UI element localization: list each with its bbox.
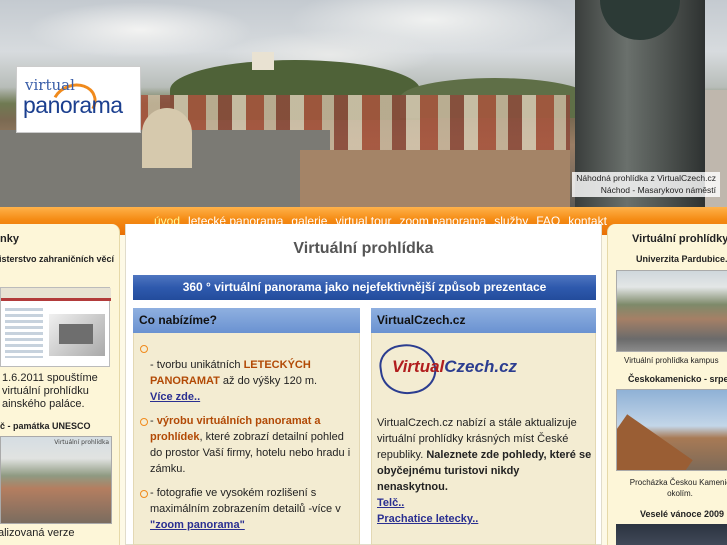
left-item1-title[interactable]: isterstvo zahraničních věcí [0,254,114,264]
town-square-right [300,150,570,207]
right-item1-title[interactable]: Univerzita Pardubice. [636,254,727,264]
thumb-building-model [49,314,105,356]
main-content: Virtuální prohlídka 360 ° virtuální pano… [125,224,602,545]
right-sidebar: Virtuální prohlídky Univerzita Pardubice… [607,224,727,545]
left-sidebar: nky isterstvo zahraničních věcí 1.6.2011… [0,224,120,545]
right-item2-thumbnail[interactable] [616,389,727,471]
right-item3-title[interactable]: Veselé vánoce 2009 [640,509,724,519]
thumb-header [1,288,111,298]
left-item3-text: alizovaná verze [0,527,74,540]
offer-box: - tvorbu unikátních LETECKÝCH PANORAMAT … [133,333,360,545]
page-title: Virtuální prohlídka [293,240,434,257]
offer-item-photos: - fotografie ve vysokém rozlišení s maxi… [150,485,356,533]
right-item2-title[interactable]: Českokamenicko - srpen 2 [628,374,727,384]
offer-text: - [150,415,157,427]
site-logo[interactable]: virtual panorama [16,66,141,133]
offer-item-tours: - výrobu virtuálních panoramat a prohlíd… [150,413,356,477]
virtualczech-description: VirtualCzech.cz nabízí a stále aktualizu… [377,415,592,527]
random-tour-line1: Náhodná prohlídka z VirtualCzech.cz [576,173,716,183]
prachatice-link[interactable]: Prachatice letecky.. [377,511,592,527]
virtualczech-logo[interactable]: VirtualCzech.cz [376,338,517,400]
logo-line2: panorama [23,92,123,118]
right-item2-caption: Procházka Českou Kamenic okolím. [629,478,727,498]
offer-text: až do výšky 120 m. [219,375,318,387]
telc-link[interactable]: Telč.. [377,495,592,511]
virtualczech-logo-text: VirtualCzech.cz [392,357,517,377]
headline-banner: 360 ° virtuální panorama jako nejefektiv… [133,275,596,300]
left-item2-thumbnail[interactable]: Virtuální prohlídka [0,436,112,524]
virtualczech-box: VirtualCzech.cz VirtualCzech.cz nabízí a… [371,333,596,545]
logo-text-blue: Czech.cz [444,357,518,376]
offer-item-aerial: - tvorbu unikátních LETECKÝCH PANORAMAT … [150,357,356,405]
news-line: ainského paláce. [2,398,85,410]
thumb-accent-bar [1,298,111,301]
left-item3-line: alizovaná verze [0,527,75,539]
left-item1-thumbnail[interactable] [0,287,111,367]
left-item2-title[interactable]: č - památka UNESCO [0,421,91,431]
news-line: virtuální prohlídku [2,385,89,397]
right-item3-thumbnail[interactable] [616,524,727,545]
logo-text-red: Virtual [392,357,445,376]
right-sidebar-title: Virtuální prohlídky [632,233,727,245]
header-panorama-image: virtual panorama Náhodná prohlídka z Vir… [0,0,727,207]
left-sidebar-title: nky [0,233,19,245]
more-link[interactable]: Více zde.. [150,391,200,403]
random-tour-line2: Náchod - Masarykovo náměstí [600,185,716,195]
thumb-caption: Virtuální prohlídka [54,439,109,446]
left-news-text: 1.6.2011 spouštíme virtuální prohlídku a… [2,372,118,411]
zoom-panorama-link[interactable]: "zoom panorama" [150,519,245,531]
bullet-icon [139,417,149,427]
offer-heading: Co nabízíme? [133,308,360,333]
bullet-icon [139,489,149,499]
offer-text: - tvorbu unikátních [150,359,244,371]
thumb-text-column [5,308,43,358]
offer-text: - fotografie ve vysokém rozlišení s maxi… [150,487,341,515]
random-tour-caption[interactable]: Náhodná prohlídka z VirtualCzech.cz Nách… [572,172,720,197]
bullet-icon [139,344,149,354]
right-item1-caption: Virtuální prohlídka kampus [624,356,719,365]
church [142,108,192,168]
right-item1-thumbnail[interactable] [616,270,727,352]
virtualczech-heading: VirtualCzech.cz [371,308,596,333]
news-line: 1.6.2011 spouštíme [2,372,98,384]
castle [252,52,274,70]
